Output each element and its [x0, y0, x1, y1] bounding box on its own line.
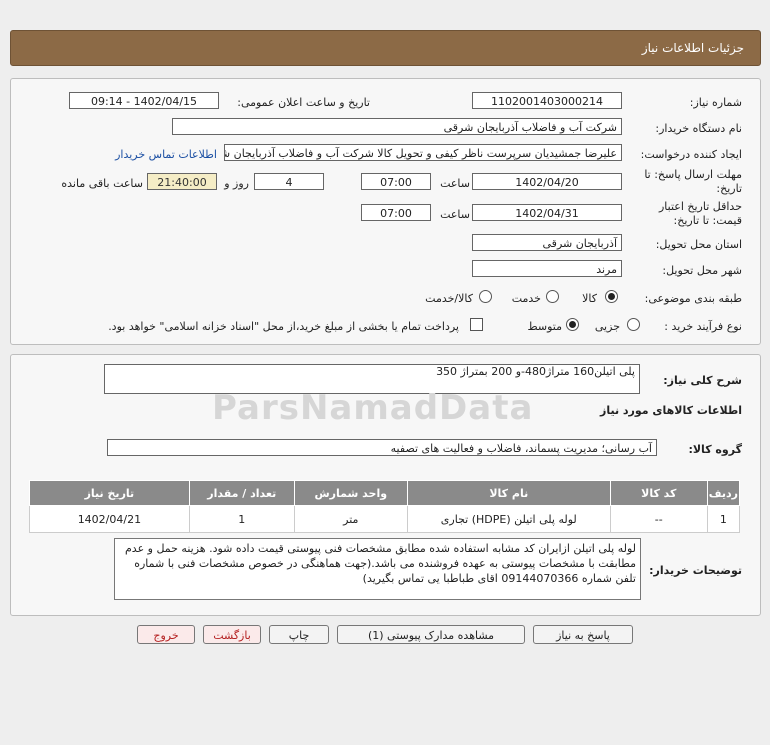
- col-header-unit: واحد شمارش: [293, 480, 408, 506]
- category-radio-service[interactable]: [546, 290, 559, 303]
- view-attachments-button[interactable]: مشاهده مدارک پیوستی (1): [337, 625, 525, 644]
- buyer-org-field: شرکت آب و فاضلاب آذربایجان شرقی: [172, 118, 622, 135]
- buyer-notes-label: توضیحات خریدار:: [649, 564, 742, 577]
- process-label: نوع فرآیند خرید :: [664, 320, 742, 333]
- category-option-goods-service: کالا/خدمت: [425, 292, 473, 305]
- buyer-contact-link[interactable]: اطلاعات تماس خریدار: [115, 148, 217, 161]
- cell-need-date: 1402/04/21: [29, 505, 190, 533]
- process-radio-minor[interactable]: [627, 318, 640, 331]
- category-radio-goods-service[interactable]: [479, 290, 492, 303]
- category-option-goods: کالا: [582, 292, 597, 305]
- announce-label: تاریخ و ساعت اعلان عمومی:: [237, 96, 370, 109]
- category-radio-goods[interactable]: [605, 290, 618, 303]
- city-label: شهر محل تحویل:: [662, 264, 742, 277]
- col-header-need-date: تاریخ نیاز: [29, 480, 190, 506]
- col-header-goods-code: کد کالا: [609, 480, 708, 506]
- remaining-label: ساعت باقی مانده: [61, 177, 143, 190]
- table-row[interactable]: 1 -- لوله پلی اتیلن (HDPE) تجاری متر 1 1…: [29, 505, 741, 533]
- category-option-service: خدمت: [511, 292, 541, 305]
- validity-date-field: 1402/04/31: [472, 204, 622, 221]
- goods-group-label: گروه کالا:: [688, 443, 742, 456]
- province-label: استان محل تحویل:: [655, 238, 742, 251]
- table-header-row: ردیف کد کالا نام کالا واحد شمارش تعداد /…: [29, 480, 741, 506]
- exit-button[interactable]: خروج: [137, 625, 195, 644]
- print-button[interactable]: چاپ: [269, 625, 329, 644]
- deadline-label: مهلت ارسال پاسخ: تا: [644, 168, 742, 181]
- watermark-logo: ParsNamadData: [212, 388, 534, 428]
- col-header-row-number: ردیف: [706, 480, 741, 506]
- validity-label: حداقل تاریخ اعتبار: [658, 200, 742, 213]
- need-number-label: شماره نیاز:: [689, 96, 742, 109]
- cell-quantity: 1: [188, 505, 295, 533]
- col-header-goods-name: نام کالا: [406, 480, 611, 506]
- summary-label: شرح کلی نیاز:: [663, 374, 742, 387]
- creator-label: ایجاد کننده درخواست:: [640, 148, 742, 161]
- cell-unit: متر: [293, 505, 408, 533]
- city-field: مرند: [472, 260, 622, 277]
- deadline-date-field: 1402/04/20: [472, 173, 622, 190]
- announce-date-field: 1402/04/15 - 09:14: [69, 92, 219, 109]
- goods-table: ردیف کد کالا نام کالا واحد شمارش تعداد /…: [29, 480, 741, 533]
- deadline-time-label: ساعت: [440, 177, 470, 190]
- payment-note: پرداخت تمام یا بخشی از مبلغ خرید،از محل …: [108, 320, 459, 333]
- cell-row-number: 1: [706, 505, 741, 533]
- cell-goods-name: لوله پلی اتیلن (HDPE) تجاری: [406, 505, 611, 533]
- category-label: طبقه بندی موضوعی:: [644, 292, 742, 305]
- validity-time-field: 07:00: [361, 204, 431, 221]
- validity-time-label: ساعت: [440, 208, 470, 221]
- back-button[interactable]: بازگشت: [203, 625, 261, 644]
- process-option-minor: جزیی: [594, 320, 620, 333]
- treasury-checkbox[interactable]: [470, 318, 483, 331]
- days-label: روز و: [224, 177, 249, 190]
- creator-field: علیرضا جمشیدیان سرپرست ناظر کیفی و تحویل…: [224, 144, 622, 161]
- reply-button[interactable]: پاسخ به نیاز: [533, 625, 633, 644]
- page-header: جزئیات اطلاعات نیاز: [10, 30, 761, 66]
- goods-group-field: آب رسانی؛ مدیریت پسماند، فاضلاب و فعالیت…: [107, 439, 657, 456]
- province-field: آذربایجان شرقی: [472, 234, 622, 251]
- page-title: جزئیات اطلاعات نیاز: [641, 41, 744, 55]
- deadline-time-field: 07:00: [361, 173, 431, 190]
- need-number-field: 1102001403000214: [472, 92, 622, 109]
- cell-goods-code: --: [609, 505, 708, 533]
- buyer-org-label: نام دستگاه خریدار:: [655, 122, 742, 135]
- buyer-notes-field: لوله پلی اتیلن ازایران کد مشابه استفاده …: [114, 538, 641, 600]
- remaining-time-field: 21:40:00: [147, 173, 217, 190]
- process-option-medium: متوسط: [527, 320, 562, 333]
- goods-info-title: اطلاعات کالاهای مورد نیاز: [600, 404, 742, 417]
- col-header-quantity: تعداد / مقدار: [188, 480, 295, 506]
- deadline-label-2: تاریخ:: [716, 182, 742, 195]
- days-remaining-field: 4: [254, 173, 324, 190]
- process-radio-medium[interactable]: [566, 318, 579, 331]
- validity-label-2: قیمت: تا تاریخ:: [673, 214, 742, 227]
